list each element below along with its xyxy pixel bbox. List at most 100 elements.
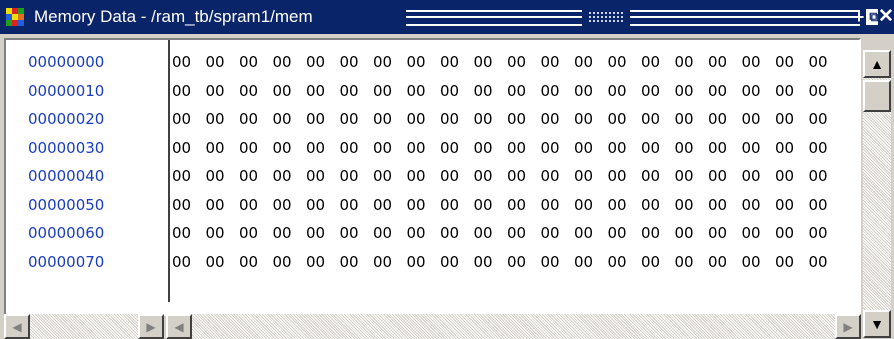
memory-cell[interactable]: 00 (507, 252, 541, 272)
memory-cell[interactable]: 00 (507, 109, 541, 129)
memory-view[interactable]: 00000000 00 00 00 00 00 00 00 00 00 00 00 00 00 00 00 00… (4, 38, 861, 316)
memory-cell[interactable]: 00 (373, 166, 407, 186)
memory-cell[interactable]: 00 (775, 138, 809, 158)
memory-cell[interactable]: 00 (608, 52, 642, 72)
memory-data-row[interactable]: 00 00 00 00 00 00 00 00 00 00 00 00 00 00 00 00 00 00 00 00 (172, 166, 842, 186)
memory-cell[interactable]: 00 (608, 223, 642, 243)
address-scroll-left-button[interactable]: ◀ (4, 314, 30, 339)
memory-cell[interactable]: 00 (742, 109, 776, 129)
memory-cell[interactable]: 00 (273, 81, 307, 101)
memory-cell[interactable]: 00 (474, 138, 508, 158)
address-horizontal-scrollbar[interactable]: ◀ ▶ (4, 314, 164, 339)
memory-cell[interactable]: 00 (239, 109, 273, 129)
memory-cell[interactable]: 00 (641, 138, 675, 158)
memory-data-row[interactable]: 00 00 00 00 00 00 00 00 00 00 00 00 00 00 00 00 00 00 00 00 (172, 223, 842, 243)
memory-cell[interactable]: 00 (708, 81, 742, 101)
memory-cell[interactable]: 00 (809, 166, 843, 186)
memory-cell[interactable]: 00 (641, 166, 675, 186)
memory-cell[interactable]: 00 (708, 166, 742, 186)
memory-cell[interactable]: 00 (742, 138, 776, 158)
memory-cell[interactable]: 00 (474, 195, 508, 215)
memory-cell[interactable]: 00 (574, 81, 608, 101)
memory-cell[interactable]: 00 (407, 81, 441, 101)
memory-cell[interactable]: 00 (708, 223, 742, 243)
memory-cell[interactable]: 00 (373, 138, 407, 158)
memory-cell[interactable]: 00 (239, 223, 273, 243)
memory-cell[interactable]: 00 (507, 166, 541, 186)
memory-cell[interactable]: 00 (306, 252, 340, 272)
memory-cell[interactable]: 00 (742, 52, 776, 72)
memory-cell[interactable]: 00 (708, 109, 742, 129)
memory-cell[interactable]: 00 (809, 252, 843, 272)
memory-cell[interactable]: 00 (474, 223, 508, 243)
memory-cell[interactable]: 00 (206, 195, 240, 215)
memory-cell[interactable]: 00 (172, 52, 206, 72)
memory-cell[interactable]: 00 (507, 81, 541, 101)
memory-cell[interactable]: 00 (708, 138, 742, 158)
memory-cell[interactable]: 00 (574, 252, 608, 272)
memory-cell[interactable]: 00 (742, 223, 776, 243)
memory-cell[interactable]: 00 (775, 109, 809, 129)
memory-cell[interactable]: 00 (172, 109, 206, 129)
memory-cell[interactable]: 00 (340, 138, 374, 158)
memory-cell[interactable]: 00 (440, 109, 474, 129)
memory-cell[interactable]: 00 (239, 52, 273, 72)
address-scroll-right-button[interactable]: ▶ (138, 314, 164, 339)
memory-cell[interactable]: 00 (172, 138, 206, 158)
memory-cell[interactable]: 00 (239, 166, 273, 186)
memory-cell[interactable]: 00 (574, 223, 608, 243)
memory-cell[interactable]: 00 (541, 81, 575, 101)
data-horizontal-scrollbar[interactable]: ◀ ▶ (166, 314, 861, 339)
memory-cell[interactable]: 00 (608, 109, 642, 129)
memory-cell[interactable]: 00 (641, 81, 675, 101)
memory-cell[interactable]: 00 (407, 138, 441, 158)
memory-cell[interactable]: 00 (541, 166, 575, 186)
memory-cell[interactable]: 00 (474, 252, 508, 272)
memory-cell[interactable]: 00 (340, 81, 374, 101)
memory-cell[interactable]: 00 (775, 166, 809, 186)
scroll-down-button[interactable]: ▼ (863, 310, 891, 338)
memory-cell[interactable]: 00 (742, 166, 776, 186)
memory-cell[interactable]: 00 (172, 166, 206, 186)
memory-cell[interactable]: 00 (273, 223, 307, 243)
memory-cell[interactable]: 00 (440, 252, 474, 272)
memory-cell[interactable]: 00 (675, 223, 709, 243)
data-scroll-left-button[interactable]: ◀ (166, 314, 192, 339)
memory-cell[interactable]: 00 (507, 223, 541, 243)
memory-cell[interactable]: 00 (541, 52, 575, 72)
memory-cell[interactable]: 00 (206, 52, 240, 72)
memory-cell[interactable]: 00 (775, 195, 809, 215)
memory-cell[interactable]: 00 (407, 166, 441, 186)
memory-cell[interactable]: 00 (675, 252, 709, 272)
memory-cell[interactable]: 00 (608, 81, 642, 101)
memory-cell[interactable]: 00 (206, 223, 240, 243)
title-bar[interactable]: Memory Data - /ram_tb/spram1/mem + ⧉ ✕ (0, 0, 894, 34)
memory-cell[interactable]: 00 (306, 81, 340, 101)
memory-cell[interactable]: 00 (172, 252, 206, 272)
memory-cell[interactable]: 00 (273, 138, 307, 158)
memory-cell[interactable]: 00 (775, 52, 809, 72)
memory-cell[interactable]: 00 (675, 109, 709, 129)
memory-data-row[interactable]: 00 00 00 00 00 00 00 00 00 00 00 00 00 00 00 00 00 00 00 00 (172, 109, 842, 129)
memory-cell[interactable]: 00 (273, 52, 307, 72)
memory-cell[interactable]: 00 (440, 166, 474, 186)
memory-cell[interactable]: 00 (809, 109, 843, 129)
memory-cell[interactable]: 00 (574, 109, 608, 129)
memory-cell[interactable]: 00 (440, 138, 474, 158)
memory-cell[interactable]: 00 (373, 109, 407, 129)
close-button[interactable]: ✕ (878, 7, 894, 26)
memory-cell[interactable]: 00 (407, 52, 441, 72)
memory-cell[interactable]: 00 (373, 252, 407, 272)
memory-cell[interactable]: 00 (742, 81, 776, 101)
memory-cell[interactable]: 00 (675, 166, 709, 186)
memory-cell[interactable]: 00 (608, 138, 642, 158)
memory-cell[interactable]: 00 (172, 195, 206, 215)
memory-cell[interactable]: 00 (507, 195, 541, 215)
memory-cell[interactable]: 00 (641, 223, 675, 243)
data-scroll-right-button[interactable]: ▶ (835, 314, 861, 339)
memory-cell[interactable]: 00 (708, 195, 742, 215)
memory-cell[interactable]: 00 (273, 195, 307, 215)
memory-cell[interactable]: 00 (675, 195, 709, 215)
memory-cell[interactable]: 00 (742, 252, 776, 272)
memory-cell[interactable]: 00 (541, 109, 575, 129)
